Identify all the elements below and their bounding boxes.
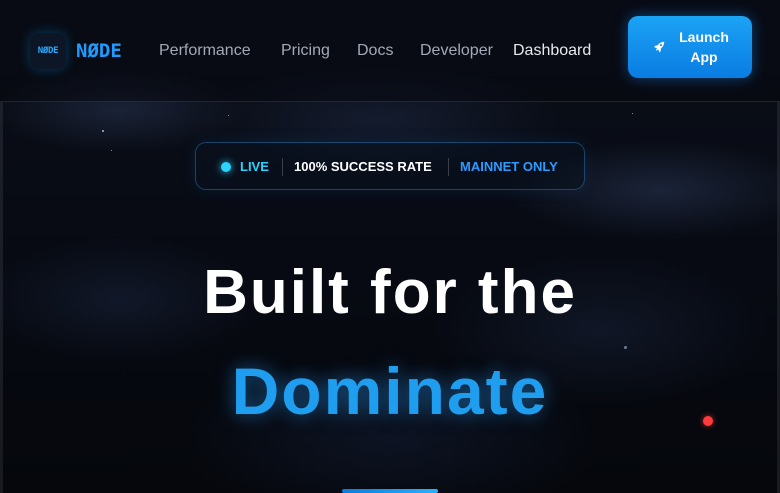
nav-item-pricing[interactable]: Pricing bbox=[281, 40, 330, 62]
top-navigation-bar: NØDE NØDE Performance Pricing Docs Devel… bbox=[0, 0, 780, 102]
live-label: LIVE bbox=[240, 159, 269, 174]
live-indicator-icon bbox=[221, 162, 231, 172]
status-pill: LIVE 100% SUCCESS RATE MAINNET ONLY bbox=[195, 142, 585, 190]
rocket-icon bbox=[653, 41, 665, 53]
nav-item-docs[interactable]: Docs bbox=[357, 40, 393, 62]
brand-name[interactable]: NØDE bbox=[76, 38, 122, 64]
network-label: MAINNET ONLY bbox=[460, 159, 558, 174]
pill-divider bbox=[448, 158, 449, 176]
star-dot bbox=[624, 346, 627, 349]
nav-item-developer[interactable]: Developer bbox=[420, 40, 493, 62]
hero-headline-line2: Dominate bbox=[231, 354, 549, 428]
star-dot bbox=[632, 113, 633, 114]
star-dot bbox=[102, 130, 104, 132]
hero-headline-line1: Built for the bbox=[203, 258, 577, 327]
scroll-indicator-bar bbox=[342, 489, 438, 493]
star-dot bbox=[228, 115, 229, 116]
success-rate-label: 100% SUCCESS RATE bbox=[294, 159, 432, 174]
launch-app-button[interactable]: Launch App bbox=[628, 16, 752, 78]
nav-item-dashboard[interactable]: Dashboard bbox=[513, 40, 591, 62]
launch-app-label: Launch App bbox=[679, 29, 729, 65]
brand-logo-icon[interactable]: NØDE bbox=[30, 33, 66, 69]
star-dot bbox=[111, 150, 112, 151]
red-dot-icon[interactable] bbox=[703, 416, 713, 426]
pill-divider bbox=[282, 158, 283, 176]
nav-item-performance[interactable]: Performance bbox=[159, 40, 251, 62]
